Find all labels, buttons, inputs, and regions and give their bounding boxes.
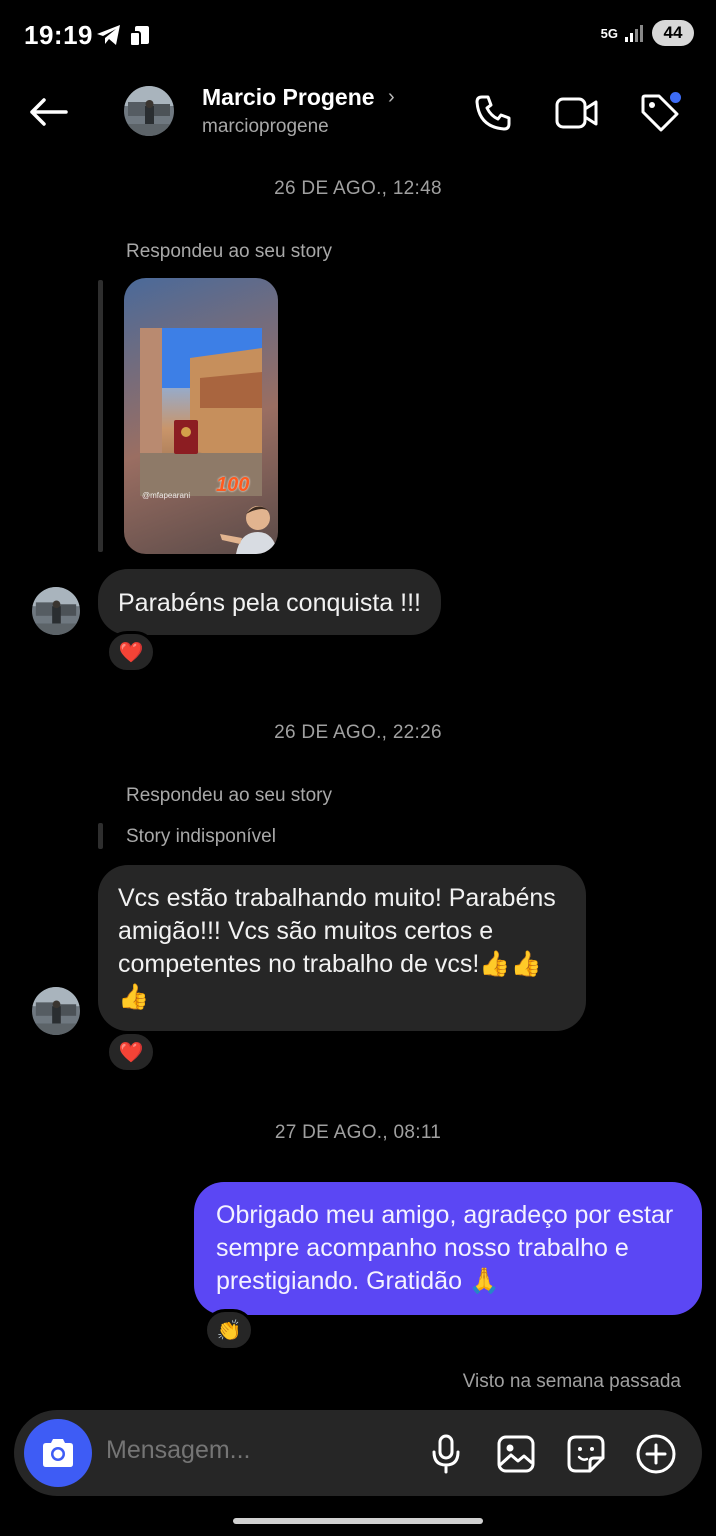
message-input[interactable] [106,1436,406,1465]
sticker-icon [567,1435,605,1473]
camera-button[interactable] [24,1419,92,1487]
seen-status: Visto na semana passada [462,1371,681,1392]
sender-avatar[interactable] [32,987,80,1035]
story-reply-label: Respondeu ao seu story [126,785,332,806]
sticker-button[interactable] [564,1432,608,1476]
camera-icon [43,1439,73,1467]
story-photo [140,328,262,496]
status-bar: 19:19 5G 44 [0,0,716,70]
video-call-button[interactable] [554,90,600,136]
reply-indicator-bar [98,823,103,849]
heart-reaction[interactable]: ❤️ [106,631,156,673]
hundred-points-sticker: 100 [216,474,250,496]
chat-header: Marcio Progene › marcioprogene [0,78,716,148]
home-indicator[interactable] [233,1518,483,1524]
more-options-button[interactable] [634,1432,678,1476]
chevron-right-icon[interactable]: › [388,86,395,109]
message-timestamp: 27 DE AGO., 08:11 [274,1122,442,1143]
story-handle-text: @mfapearani [142,491,191,500]
incoming-message[interactable]: Parabéns pela conquista !!! [98,569,441,635]
heart-reaction[interactable]: ❤️ [106,1031,156,1073]
message-composer [14,1410,702,1496]
story-reply-label: Respondeu ao seu story [126,241,332,262]
video-camera-icon [555,97,598,129]
clap-reaction[interactable]: 👏 [204,1309,254,1351]
notification-dot [670,92,681,103]
phone-icon [475,95,511,131]
network-label: 5G [600,25,618,41]
contact-name[interactable]: Marcio Progene [202,84,375,111]
status-right: 5G 44 [601,20,694,46]
voice-message-button[interactable] [424,1432,468,1476]
reply-indicator-bar [98,280,103,552]
sender-avatar[interactable] [32,587,80,635]
app-notification-icon [129,26,149,47]
voice-call-button[interactable] [470,90,516,136]
status-time: 19:19 [24,20,93,50]
story-thumbnail[interactable]: @mfapearani 100 [124,278,278,554]
incoming-message[interactable]: Vcs estão trabalhando muito! Parabéns am… [98,865,586,1031]
status-notification-icons [96,24,152,48]
gallery-button[interactable] [494,1432,538,1476]
back-button[interactable] [26,92,70,132]
telegram-icon [97,25,120,45]
signal-icon [625,25,643,42]
tag-button[interactable] [637,90,683,136]
gallery-icon [497,1435,535,1473]
outgoing-message[interactable]: Obrigado meu amigo, agradeço por estar s… [194,1182,702,1315]
contact-avatar[interactable] [124,86,174,136]
microphone-icon [432,1434,460,1474]
message-timestamp: 26 DE AGO., 12:48 [274,178,442,199]
message-timestamp: 26 DE AGO., 22:26 [274,722,442,743]
contact-username: marcioprogene [202,116,329,137]
battery-indicator: 44 [652,20,694,46]
cartoon-character-icon [220,506,278,554]
story-unavailable-label: Story indisponível [126,826,276,847]
back-arrow-icon [30,98,68,126]
plus-icon [636,1434,676,1474]
